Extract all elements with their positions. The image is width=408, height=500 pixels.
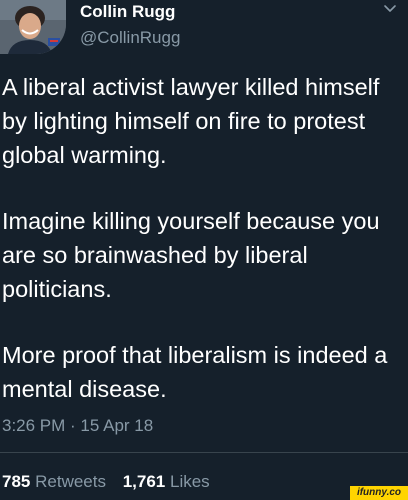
tweet-paragraph: Imagine killing yourself because you are…: [2, 208, 380, 302]
tweet-stats: 785 Retweets 1,761 Likes: [2, 472, 210, 492]
tweet-text: A liberal activist lawyer killed himself…: [2, 70, 404, 406]
tweet-paragraph: More proof that liberalism is indeed a m…: [2, 342, 388, 402]
chevron-down-icon[interactable]: [382, 2, 398, 14]
tweet-paragraph: A liberal activist lawyer killed himself…: [2, 74, 380, 168]
ifunny-watermark: ifunny.co: [350, 486, 408, 500]
tweet-timestamp[interactable]: 3:26 PM · 15 Apr 18: [2, 416, 153, 436]
author-handle[interactable]: @CollinRugg: [80, 28, 180, 48]
avatar[interactable]: [0, 0, 66, 54]
retweets-count: 785: [2, 472, 31, 491]
avatar-photo: [0, 0, 66, 54]
likes-stat[interactable]: 1,761 Likes: [123, 472, 210, 491]
likes-count: 1,761: [122, 472, 166, 491]
author-name[interactable]: Collin Rugg: [80, 2, 180, 22]
likes-label: Likes: [170, 472, 210, 491]
author-block[interactable]: Collin Rugg @CollinRugg: [80, 2, 180, 48]
divider: [0, 452, 408, 453]
retweets-stat[interactable]: 785 Retweets: [2, 472, 106, 491]
retweets-label: Retweets: [35, 472, 106, 491]
